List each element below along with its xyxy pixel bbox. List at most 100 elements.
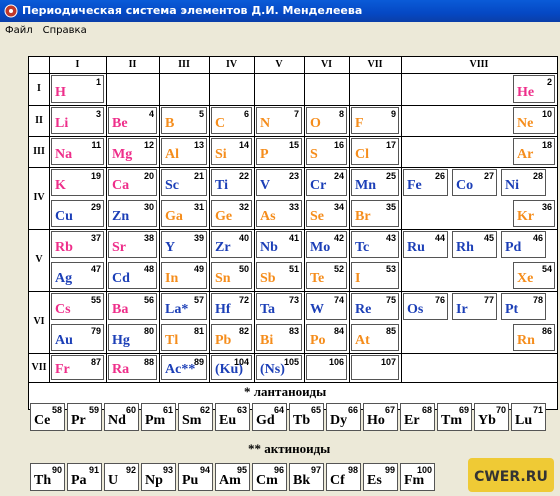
element-cell[interactable]: 24 Cr bbox=[306, 169, 347, 196]
element-cell[interactable]: 1H bbox=[51, 75, 104, 103]
element-cell[interactable]: 93 Np bbox=[141, 463, 176, 491]
element-cell[interactable]: 35 Br bbox=[351, 200, 399, 227]
element-cell[interactable]: 18 Ar bbox=[513, 138, 555, 165]
element-cell[interactable]: 67 Ho bbox=[363, 403, 398, 431]
element-cell[interactable]: 106 bbox=[306, 355, 347, 380]
element-cell[interactable]: 87 Fr bbox=[51, 355, 104, 380]
element-cell[interactable]: 11 Na bbox=[51, 138, 104, 165]
element-cell[interactable]: 82 Pb bbox=[211, 324, 252, 351]
element-cell[interactable]: 65 Tb bbox=[289, 403, 324, 431]
element-cell[interactable]: 56 Ba bbox=[108, 293, 157, 320]
menu-help[interactable]: Справка bbox=[38, 22, 92, 40]
element-cell[interactable]: 104 (Ku) bbox=[211, 355, 252, 380]
element-cell[interactable]: 34 Se bbox=[306, 200, 347, 227]
element-cell[interactable]: 14 Si bbox=[211, 138, 252, 165]
element-cell[interactable]: 57 La* bbox=[161, 293, 207, 320]
element-cell[interactable]: 31 Ga bbox=[161, 200, 207, 227]
menu-file[interactable]: Файл bbox=[0, 22, 38, 40]
element-cell[interactable]: 83 Bi bbox=[256, 324, 302, 351]
element-cell[interactable]: 25 Mn bbox=[351, 169, 399, 196]
element-cell[interactable]: 64 Gd bbox=[252, 403, 287, 431]
element-cell[interactable]: 81 Tl bbox=[161, 324, 207, 351]
element-cell[interactable]: 16 S bbox=[306, 138, 347, 165]
element-cell[interactable]: 63 Eu bbox=[215, 403, 250, 431]
element-cell[interactable]: 107 bbox=[351, 355, 399, 380]
element-cell[interactable]: 6C bbox=[211, 107, 252, 134]
element-cell[interactable]: 7N bbox=[256, 107, 302, 134]
element-cell[interactable]: 73 Ta bbox=[256, 293, 302, 320]
element-cell[interactable]: 51 Sb bbox=[256, 262, 302, 289]
element-cell[interactable]: 76 Os bbox=[403, 293, 448, 320]
element-cell[interactable]: 15 P bbox=[256, 138, 302, 165]
element-cell[interactable]: 84 Po bbox=[306, 324, 347, 351]
element-cell[interactable]: 96 Cm bbox=[252, 463, 287, 491]
element-cell[interactable]: 58 Ce bbox=[30, 403, 65, 431]
element-cell[interactable]: 99 Es bbox=[363, 463, 398, 491]
element-cell[interactable]: 13 Al bbox=[161, 138, 207, 165]
element-cell[interactable]: 20 Ca bbox=[108, 169, 157, 196]
element-cell[interactable]: 28 Ni bbox=[501, 169, 546, 196]
element-cell[interactable]: 12 Mg bbox=[108, 138, 157, 165]
element-cell[interactable]: 42 Mo bbox=[306, 231, 347, 258]
element-cell[interactable]: 60 Nd bbox=[104, 403, 139, 431]
element-cell[interactable]: 70 Yb bbox=[474, 403, 509, 431]
element-cell[interactable]: 61 Pm bbox=[141, 403, 176, 431]
element-cell[interactable]: 39 Y bbox=[161, 231, 207, 258]
element-cell[interactable]: 41 Nb bbox=[256, 231, 302, 258]
element-cell[interactable]: 52 Te bbox=[306, 262, 347, 289]
element-cell[interactable]: 43 Tc bbox=[351, 231, 399, 258]
element-cell[interactable]: 45 Rh bbox=[452, 231, 497, 258]
element-cell[interactable]: 80 Hg bbox=[108, 324, 157, 351]
element-cell[interactable]: 105 (Ns) bbox=[256, 355, 302, 380]
element-cell[interactable]: 32 Ge bbox=[211, 200, 252, 227]
element-cell[interactable]: 71 Lu bbox=[511, 403, 546, 431]
element-cell[interactable]: 23 V bbox=[256, 169, 302, 196]
element-cell[interactable]: 89 Ac** bbox=[161, 355, 207, 380]
element-cell[interactable]: 26 Fe bbox=[403, 169, 448, 196]
element-cell[interactable]: 4 Be bbox=[108, 107, 157, 134]
element-cell[interactable]: 27 Co bbox=[452, 169, 497, 196]
element-cell[interactable]: 98 Cf bbox=[326, 463, 361, 491]
element-cell[interactable]: 75 Re bbox=[351, 293, 399, 320]
element-cell[interactable]: 78 Pt bbox=[501, 293, 546, 320]
element-cell[interactable]: 19 K bbox=[51, 169, 104, 196]
element-cell[interactable]: 47 Ag bbox=[51, 262, 104, 289]
element-cell[interactable]: 72 Hf bbox=[211, 293, 252, 320]
element-cell[interactable]: 53 I bbox=[351, 262, 399, 289]
element-cell[interactable]: 48 Cd bbox=[108, 262, 157, 289]
element-cell[interactable]: 38 Sr bbox=[108, 231, 157, 258]
element-cell[interactable]: 79 Au bbox=[51, 324, 104, 351]
element-cell[interactable]: 69 Tm bbox=[437, 403, 472, 431]
element-cell[interactable]: 74 W bbox=[306, 293, 347, 320]
element-cell[interactable]: 50 Sn bbox=[211, 262, 252, 289]
element-cell[interactable]: 21 Sc bbox=[161, 169, 207, 196]
element-cell[interactable]: 91 Pa bbox=[67, 463, 102, 491]
element-cell[interactable]: 85 At bbox=[351, 324, 399, 351]
element-cell[interactable]: 30 Zn bbox=[108, 200, 157, 227]
element-cell[interactable]: 86 Rn bbox=[513, 324, 555, 351]
element-cell[interactable]: 88 Ra bbox=[108, 355, 157, 380]
element-cell[interactable]: 44 Ru bbox=[403, 231, 448, 258]
element-cell[interactable]: 100 Fm bbox=[400, 463, 435, 491]
element-cell[interactable]: 22 Ti bbox=[211, 169, 252, 196]
element-cell[interactable]: 95 Am bbox=[215, 463, 250, 491]
element-cell[interactable]: 94 Pu bbox=[178, 463, 213, 491]
element-cell[interactable]: 10 Ne bbox=[513, 107, 555, 134]
element-cell[interactable]: 5B bbox=[161, 107, 207, 134]
element-cell[interactable]: 40 Zr bbox=[211, 231, 252, 258]
element-cell[interactable]: 29 Cu bbox=[51, 200, 104, 227]
element-cell[interactable]: 59 Pr bbox=[67, 403, 102, 431]
element-cell[interactable]: 46 Pd bbox=[501, 231, 546, 258]
element-cell[interactable]: 9F bbox=[351, 107, 399, 134]
element-cell[interactable]: 97 Bk bbox=[289, 463, 324, 491]
element-cell[interactable]: 54 Xe bbox=[513, 262, 555, 289]
element-cell[interactable]: 3 Li bbox=[51, 107, 104, 134]
element-cell[interactable]: 90 Th bbox=[30, 463, 65, 491]
element-cell[interactable]: 77 Ir bbox=[452, 293, 497, 320]
element-cell[interactable]: 68 Er bbox=[400, 403, 435, 431]
element-cell[interactable]: 33 As bbox=[256, 200, 302, 227]
element-cell[interactable]: 49 In bbox=[161, 262, 207, 289]
element-cell[interactable]: 66 Dy bbox=[326, 403, 361, 431]
element-cell[interactable]: 8O bbox=[306, 107, 347, 134]
element-cell[interactable]: 17 Cl bbox=[351, 138, 399, 165]
